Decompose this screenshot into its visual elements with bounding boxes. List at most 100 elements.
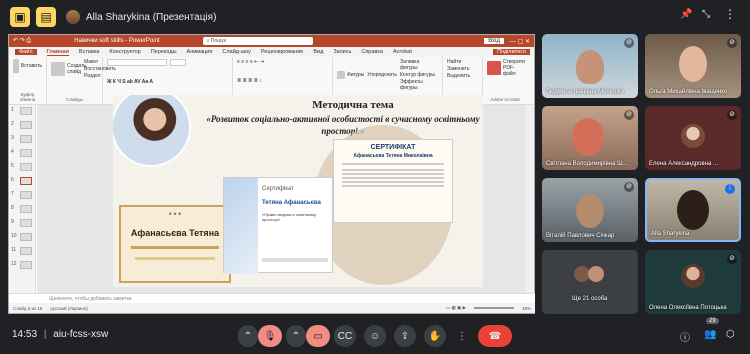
slide-subtitle: «Розвиток соціально-активної особистості…	[206, 114, 480, 136]
participant-tile[interactable]: ⊘ Світлана Володимирівна Ш...	[542, 106, 638, 170]
paragraph-buttons[interactable]: ≡ ≡ ≡ ≡ ⇤ ⇥	[237, 59, 328, 65]
current-slide[interactable]: Методична тема «Розвиток соціально-актив…	[113, 95, 483, 287]
camera-options-button[interactable]: ⌃	[286, 325, 306, 347]
shape-fill-button[interactable]: Заливка фигуры	[400, 59, 438, 71]
minimize-icon[interactable]: ⤡	[702, 9, 710, 20]
thumb-number: 12	[11, 261, 17, 267]
raise-hand-button[interactable]: ✋	[424, 325, 446, 347]
mic-off-icon: ⊘	[727, 38, 737, 48]
captions-button[interactable]: CC	[334, 325, 356, 347]
tab-slideshow[interactable]: Слайд-шоу	[222, 49, 251, 55]
tab-insert[interactable]: Вставка	[79, 49, 99, 55]
tab-file[interactable]: Файл	[15, 49, 37, 55]
pin-icon[interactable]: 📌	[680, 9, 692, 20]
slide-thumbnail[interactable]	[20, 107, 32, 115]
mic-off-icon: ⊘	[727, 254, 737, 264]
slide-thumbnail[interactable]	[20, 247, 32, 255]
font-family-select[interactable]	[107, 59, 167, 66]
clipboard-group-label: Буфер обмена	[19, 92, 36, 102]
mic-options-button[interactable]: ⌃	[238, 325, 258, 347]
tab-animation[interactable]: Анимация	[187, 49, 213, 55]
tab-acrobat[interactable]: Acrobat	[393, 49, 412, 55]
slide-thumbnail[interactable]	[20, 261, 32, 269]
slide-thumbnail-selected[interactable]	[20, 177, 32, 185]
camera-toggle-button[interactable]: ▭	[306, 325, 330, 347]
ppt-ribbon-tabs: Файл Главная Вставка Конструктор Переход…	[9, 47, 534, 57]
participant-name: Alla Sharykina	[651, 231, 690, 237]
tab-design[interactable]: Конструктор	[109, 49, 140, 55]
tab-transitions[interactable]: Переходы	[151, 49, 177, 55]
font-size-select[interactable]	[170, 59, 186, 66]
thumb-number: 9	[11, 219, 14, 225]
more-options-button[interactable]: ⋮	[454, 325, 470, 347]
present-screen-button[interactable]: ⇪	[394, 325, 416, 347]
slide-thumbnail[interactable]	[20, 135, 32, 143]
window-controls[interactable]: — ▢ ✕	[510, 38, 530, 45]
paste-button[interactable]: Вставить	[13, 59, 42, 73]
participant-tile[interactable]: ⊘ Елена Александровна ...	[645, 106, 741, 170]
new-slide-button[interactable]: Создать слайд	[51, 59, 86, 79]
find-button[interactable]: Найти	[447, 59, 478, 65]
more-vert-icon: ⋮	[457, 330, 467, 342]
shape-effects-button[interactable]: Эффекты фигуры	[400, 79, 438, 91]
present-icon[interactable]: ▤	[36, 7, 56, 27]
people-icon[interactable]: 👥	[704, 329, 716, 340]
participant-tile[interactable]: ⊘ Людмила Іванівна Мелешко	[542, 34, 638, 98]
shapes-button[interactable]: Фигуры	[337, 59, 364, 91]
font-format-buttons[interactable]: Ж К Ч S ab AV Aa A	[107, 79, 228, 85]
more-options-icon[interactable]: ⋮	[724, 7, 736, 21]
mic-toggle-button[interactable]: 🎙	[258, 325, 282, 347]
slide-thumbnail[interactable]	[20, 233, 32, 241]
ppt-search-input[interactable]: ⌕ Пошук	[202, 37, 313, 45]
thumb-number: 1	[11, 107, 14, 113]
slide-thumbnail[interactable]	[20, 121, 32, 129]
slide-thumbnail[interactable]	[20, 163, 32, 171]
thumb-number: 8	[11, 205, 14, 211]
captions-icon: CC	[337, 330, 353, 342]
share-button[interactable]: Поділитися	[493, 49, 530, 55]
mic-off-icon: ⊘	[727, 110, 737, 120]
emoji-button[interactable]: ☺	[364, 325, 386, 347]
slide-scrollbar[interactable]	[526, 105, 534, 293]
arrange-button[interactable]: Упорядочить	[367, 59, 397, 91]
create-pdf-button[interactable]: Створити PDF-файл	[487, 59, 525, 77]
participant-tile-speaking[interactable]: ⁞ Alla Sharykina	[645, 178, 741, 242]
slide-thumbnail[interactable]	[20, 149, 32, 157]
zoom-slider[interactable]	[473, 307, 514, 309]
slide-photo	[113, 95, 191, 167]
create-pdf-label: Створити PDF-файл	[503, 59, 525, 77]
mic-off-icon: ⊘	[624, 38, 634, 48]
replace-button[interactable]: Заменить	[447, 66, 478, 72]
tab-help[interactable]: Справка	[361, 49, 383, 55]
shape-outline-button[interactable]: Контур фигуры	[400, 72, 438, 78]
tab-record[interactable]: Запись	[333, 49, 351, 55]
more-participants-tile[interactable]: Ще 21 особа	[542, 250, 638, 314]
slide-thumbnail[interactable]	[20, 205, 32, 213]
thumb-number: 3	[11, 135, 14, 141]
zoom-level[interactable]: 48%	[522, 306, 531, 311]
slides-group-label: Слайды	[66, 97, 83, 102]
participant-avatar	[681, 264, 705, 288]
participant-tile[interactable]: ⊘ Віталій Павлович Січкар	[542, 178, 638, 242]
participant-tile[interactable]: ⊘ Ольга Михайлівна Іващенко	[645, 34, 741, 98]
activities-icon[interactable]: ▣	[10, 7, 30, 27]
align-buttons[interactable]: ≣ ≣ ≣ ≣ ↕	[237, 78, 328, 84]
slide-thumbnail[interactable]	[20, 191, 32, 199]
tab-review[interactable]: Рецензирование	[261, 49, 303, 55]
notes-pane[interactable]: Щелкните, чтобы добавить заметки	[9, 293, 535, 303]
signin-button[interactable]: Вхід	[484, 38, 504, 44]
language-status[interactable]: русский (Украина)	[50, 306, 88, 311]
tab-home[interactable]: Главная	[46, 49, 69, 56]
activities-icon[interactable]: ⬡	[726, 329, 735, 340]
participant-tile[interactable]: ⊘ Олена Олексіївна Потоцька	[645, 250, 741, 314]
present-icon: ⇪	[400, 330, 410, 342]
presenter-avatar	[66, 10, 80, 24]
info-icon[interactable]: ⓘ	[680, 329, 690, 344]
emoji-icon: ☺	[369, 330, 381, 342]
slide-thumbnail[interactable]	[20, 219, 32, 227]
tab-view[interactable]: Вид	[313, 49, 323, 55]
view-buttons[interactable]: ▭ ▦ ▣ ▶	[446, 305, 466, 311]
leave-call-button[interactable]: ☎	[478, 325, 512, 347]
select-button[interactable]: Выделить	[447, 73, 478, 79]
autosave-icons[interactable]: ↶ ↷ ⎙	[13, 37, 31, 45]
